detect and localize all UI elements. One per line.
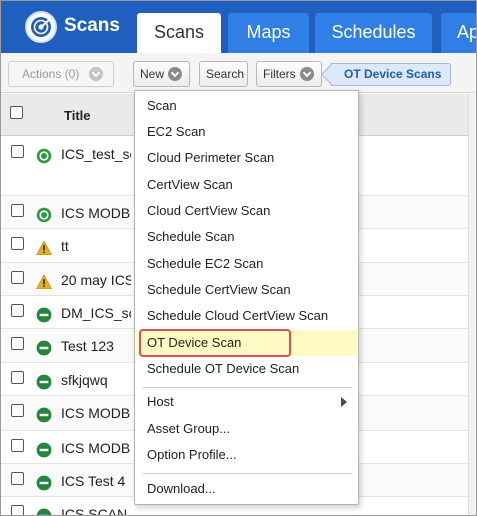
status-finished-icon [36, 475, 52, 491]
app-title: Scans [64, 15, 120, 36]
menu-item-ot-device-scan-label: OT Device Scan [147, 335, 242, 350]
menu-item-schedule-certview-scan[interactable]: Schedule CertView Scan [136, 277, 357, 303]
row-checkbox[interactable] [11, 304, 24, 317]
row-checkbox[interactable] [11, 337, 24, 350]
menu-item-asset-group[interactable]: Asset Group... [136, 416, 357, 442]
row-title[interactable]: ICS SCAN [61, 506, 131, 515]
menu-separator [143, 387, 352, 388]
scans-logo-icon [25, 11, 57, 43]
title-column-header[interactable]: Title [64, 108, 91, 123]
tab-maps[interactable]: Maps [228, 13, 309, 53]
menu-item-ot-device-scan[interactable]: OT Device Scan [136, 329, 357, 357]
select-all-checkbox[interactable] [10, 106, 23, 119]
search-button[interactable]: Search [199, 61, 248, 87]
row-title[interactable]: ICS Test 4 [61, 473, 131, 489]
row-checkbox[interactable] [11, 472, 24, 485]
status-running-icon [36, 207, 52, 223]
submenu-arrow-icon [341, 397, 347, 407]
filters-button-label: Filters [263, 67, 296, 81]
menu-item-scan[interactable]: Scan [136, 93, 357, 119]
row-checkbox[interactable] [11, 271, 24, 284]
menu-item-schedule-ec2-scan[interactable]: Schedule EC2 Scan [136, 251, 357, 277]
row-title[interactable]: ICS MODB [61, 405, 131, 421]
menu-item-host[interactable]: Host [136, 389, 357, 415]
status-running-icon [36, 148, 52, 164]
active-filter-tag[interactable]: OT Device Scans [331, 63, 452, 86]
menu-item-host-label: Host [147, 394, 174, 409]
row-checkbox[interactable] [11, 371, 24, 384]
row-title[interactable]: ICS MODB [61, 440, 131, 456]
menu-item-ec2-scan[interactable]: EC2 Scan [136, 119, 357, 145]
row-title[interactable]: sfkjqwq [61, 372, 131, 388]
actions-button-label: Actions (0) [22, 67, 80, 81]
new-dropdown-menu: Scan EC2 Scan Cloud Perimeter Scan CertV… [134, 90, 359, 505]
menu-item-schedule-ot-device-scan[interactable]: Schedule OT Device Scan [136, 356, 357, 382]
menu-item-option-profile[interactable]: Option Profile... [136, 442, 357, 468]
menu-item-cloud-perimeter-scan[interactable]: Cloud Perimeter Scan [136, 145, 357, 171]
tab-applications[interactable]: Ap [441, 13, 476, 53]
filters-dropdown-button[interactable]: Filters [256, 61, 322, 87]
actions-dropdown-button[interactable]: Actions (0) [8, 61, 114, 87]
scrollbar[interactable] [468, 94, 476, 515]
menu-item-download[interactable]: Download... [136, 476, 357, 502]
row-title[interactable]: DM_ICS_sc [61, 305, 131, 321]
status-finished-icon [36, 508, 52, 515]
row-title[interactable]: 20 may ICS [61, 272, 131, 288]
chevron-down-icon [168, 66, 183, 81]
status-finished-icon [36, 307, 52, 323]
row-title[interactable]: Test 123 [61, 338, 131, 354]
status-warning-icon [36, 240, 52, 256]
row-checkbox[interactable] [11, 439, 24, 452]
status-finished-icon [36, 442, 52, 458]
status-finished-icon [36, 407, 52, 423]
row-title[interactable]: ICS_test_sc [61, 146, 131, 162]
menu-item-schedule-scan[interactable]: Schedule Scan [136, 224, 357, 250]
menu-separator [143, 473, 352, 474]
row-title[interactable]: tt [61, 238, 131, 254]
row-checkbox[interactable] [11, 237, 24, 250]
row-checkbox[interactable] [11, 204, 24, 217]
chevron-down-icon [89, 66, 104, 81]
tab-scans[interactable]: Scans [137, 13, 221, 53]
menu-item-certview-scan[interactable]: CertView Scan [136, 172, 357, 198]
top-navigation-bar: Scans Scans Maps Schedules Ap [1, 1, 476, 53]
new-button-label: New [140, 67, 165, 81]
status-warning-icon [36, 274, 52, 290]
chevron-down-icon [299, 66, 314, 81]
status-finished-icon [36, 374, 52, 390]
app-window: Scans Scans Maps Schedules Ap Actions (0… [0, 0, 477, 516]
toolbar: Actions (0) New Search Filters OT Device… [1, 53, 476, 93]
row-checkbox[interactable] [11, 145, 24, 158]
new-dropdown-button[interactable]: New [133, 61, 190, 87]
row-checkbox[interactable] [11, 404, 24, 417]
row-checkbox[interactable] [11, 505, 24, 515]
menu-item-schedule-cloud-certview-scan[interactable]: Schedule Cloud CertView Scan [136, 303, 357, 329]
status-finished-icon [36, 340, 52, 356]
row-title[interactable]: ICS MODB [61, 205, 131, 221]
menu-item-cloud-certview-scan[interactable]: Cloud CertView Scan [136, 198, 357, 224]
tab-schedules[interactable]: Schedules [315, 13, 432, 53]
